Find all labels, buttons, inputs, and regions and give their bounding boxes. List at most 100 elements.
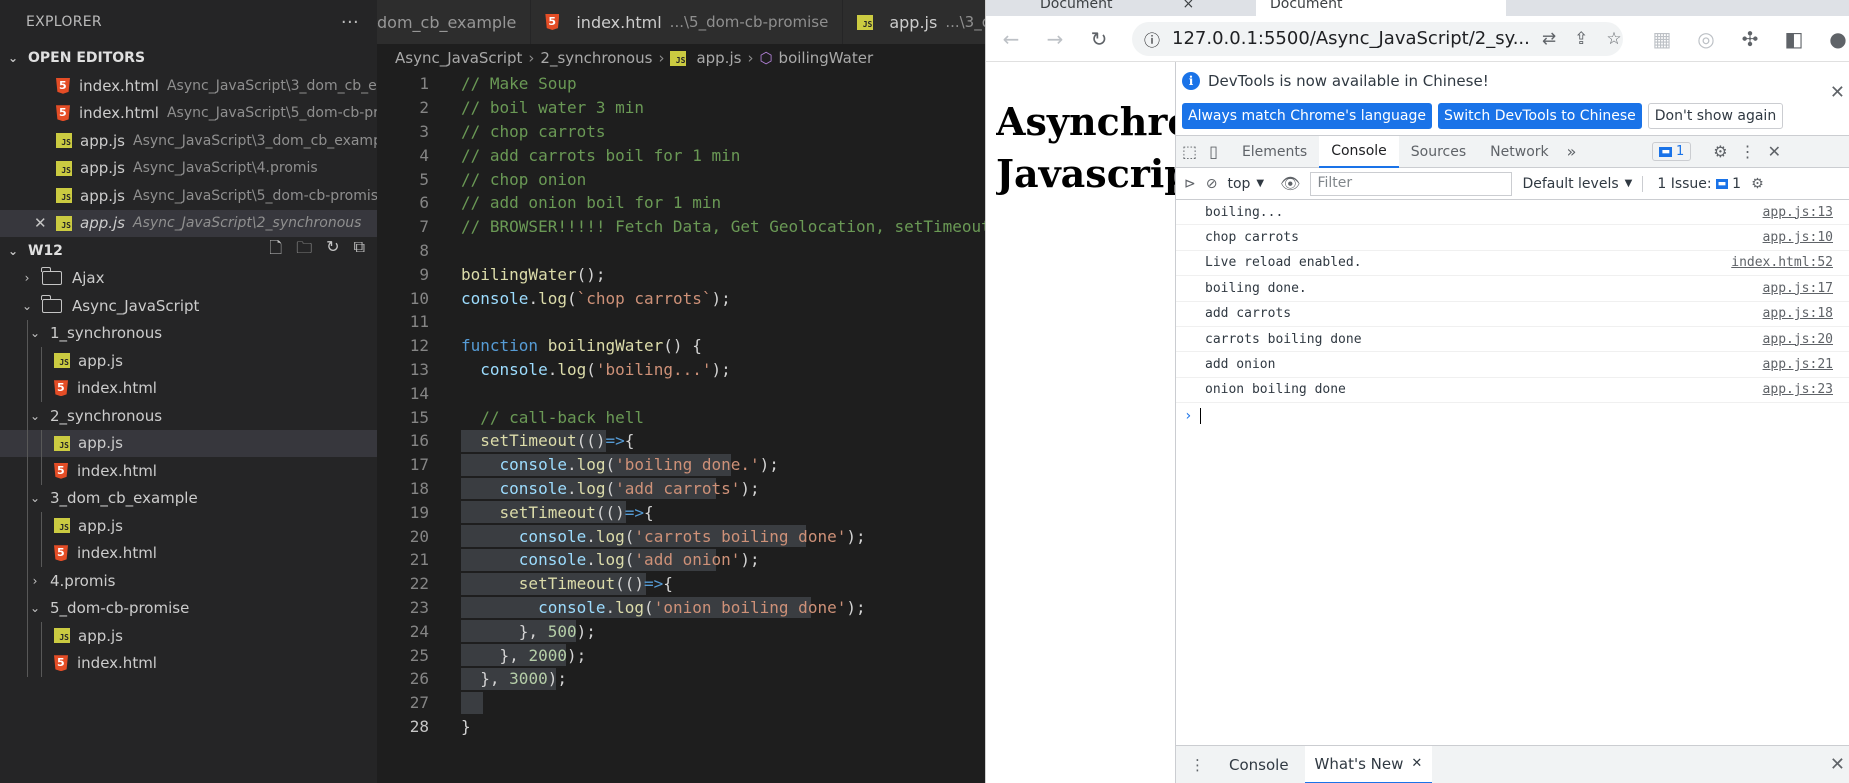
star-icon[interactable]: ☆ xyxy=(1606,29,1621,49)
chevron-down-icon: ⌄ xyxy=(8,51,19,65)
tree-folder[interactable]: › 4.promis xyxy=(0,567,377,595)
close-drawer-icon[interactable]: ✕ xyxy=(1830,754,1845,775)
html-file-icon xyxy=(54,463,68,479)
issues-button[interactable]: 1 Issue: ▬ 1 xyxy=(1642,175,1741,192)
editor-tab[interactable]: JS app.js ...\3_dom_ xyxy=(843,0,985,44)
clear-console-icon[interactable]: ⊘ xyxy=(1206,176,1218,192)
code-line: 10 console.log(`chop carrots`); xyxy=(377,286,985,310)
close-icon[interactable]: × xyxy=(1183,0,1195,12)
log-levels-select[interactable]: Default levels ▼ xyxy=(1522,176,1632,192)
console-source-link[interactable]: app.js:21 xyxy=(1763,357,1833,372)
close-icon[interactable]: ✕ xyxy=(1830,82,1845,103)
tree-file[interactable]: JS app.js xyxy=(0,429,377,457)
tree-file[interactable]: JS app.js xyxy=(0,347,377,375)
tree-folder[interactable]: ⌄ 3_dom_cb_example xyxy=(0,484,377,512)
collapse-all-icon[interactable]: ⧉ xyxy=(354,237,365,264)
open-editor-item[interactable]: JS app.js Async_JavaScript\4.promis xyxy=(0,155,377,183)
editor-tab[interactable]: index.html ...\5_dom-cb-promise xyxy=(531,0,844,44)
more-tabs-icon[interactable]: » xyxy=(1561,142,1583,161)
close-icon[interactable]: ✕ xyxy=(1762,142,1787,161)
tree-file[interactable]: index.html xyxy=(0,649,377,677)
eye-icon[interactable]: 👁 xyxy=(1280,174,1300,193)
drawer-tab-console[interactable]: Console xyxy=(1219,746,1299,783)
browser-tab-active[interactable]: Document xyxy=(1256,0,1506,16)
dont-show-again-button[interactable]: Don't show again xyxy=(1647,103,1784,129)
tree-file[interactable]: JS app.js xyxy=(0,512,377,540)
console-settings-icon[interactable]: ⚙ xyxy=(1751,176,1764,192)
translate-icon[interactable]: ⇄ xyxy=(1542,29,1556,49)
filter-input[interactable]: Filter xyxy=(1310,171,1513,196)
tab-network[interactable]: Network xyxy=(1478,136,1560,168)
open-editor-item[interactable]: JS app.js Async_JavaScript\5_dom-cb-promis… xyxy=(0,182,377,210)
context-select[interactable]: top ▼ xyxy=(1227,176,1264,192)
code-area[interactable]: 1 // Make Soup 2 // boil water 3 min 3 // cho… xyxy=(377,72,991,738)
new-file-icon[interactable]: 🗋 xyxy=(269,237,282,264)
more-actions-icon[interactable]: ··· xyxy=(341,12,359,33)
tree-folder[interactable]: ⌄ 1_synchronous xyxy=(0,319,377,347)
drawer-menu-icon[interactable]: ⋮ xyxy=(1176,756,1213,774)
console-source-link[interactable]: app.js:17 xyxy=(1763,281,1833,296)
tree-folder[interactable]: ⌄ Async_JavaScript xyxy=(0,292,377,320)
breadcrumb-file[interactable]: app.js xyxy=(696,49,741,67)
device-toggle-icon[interactable]: ▯ xyxy=(1203,142,1224,161)
side-panel-icon[interactable]: ◧ xyxy=(1783,27,1805,51)
tree-file[interactable]: index.html xyxy=(0,374,377,402)
console-source-link[interactable]: app.js:13 xyxy=(1763,205,1833,220)
sidebar-toggle-icon[interactable]: ⊳ xyxy=(1184,176,1196,192)
extension-icon[interactable]: ◎ xyxy=(1695,27,1717,51)
share-icon[interactable]: ⇪ xyxy=(1574,29,1588,49)
editor-tab-name: app.js xyxy=(889,12,938,32)
tab-elements[interactable]: Elements xyxy=(1230,136,1319,168)
open-editor-path: Async_JavaScript\5_dom-cb-promise xyxy=(133,187,377,204)
drawer-tab-whats-new[interactable]: What's New ✕ xyxy=(1304,745,1433,783)
breadcrumb-symbol[interactable]: boilingWater xyxy=(779,49,874,67)
refresh-icon[interactable]: ↻ xyxy=(326,237,339,264)
open-editor-item[interactable]: index.html Async_JavaScript\5_dom-cb-pr..… xyxy=(0,100,377,128)
tree-folder[interactable]: ⌄ 5_dom-cb-promise xyxy=(0,594,377,622)
tab-console[interactable]: Console xyxy=(1319,135,1399,168)
console-source-link[interactable]: app.js:18 xyxy=(1763,306,1833,321)
open-editor-item[interactable]: JS app.js Async_JavaScript\3_dom_cb_exampl… xyxy=(0,127,377,155)
new-folder-icon[interactable]: 🗀 xyxy=(296,237,312,264)
console-prompt[interactable]: › xyxy=(1176,403,1849,429)
tree-file[interactable]: JS app.js xyxy=(0,622,377,650)
console-source-link[interactable]: index.html:52 xyxy=(1731,255,1833,270)
breadcrumb-subfolder[interactable]: 2_synchronous xyxy=(540,49,652,67)
tree-folder[interactable]: ⌄ 2_synchronous xyxy=(0,402,377,430)
reload-icon[interactable]: ↻ xyxy=(1088,27,1110,51)
profile-icon[interactable]: ● xyxy=(1827,27,1849,51)
selection-highlight xyxy=(461,691,483,714)
code-line: 2 // boil water 3 min xyxy=(377,96,985,120)
tree-file[interactable]: index.html xyxy=(0,457,377,485)
address-bar[interactable]: ⓘ 127.0.0.1:5500/Async_JavaScript/2_sy..… xyxy=(1132,21,1623,56)
puzzle-icon[interactable]: ✣ xyxy=(1739,27,1761,51)
issues-badge[interactable]: ▬ 1 xyxy=(1652,142,1692,161)
kebab-menu-icon[interactable]: ⋮ xyxy=(1734,142,1762,161)
editor-tab[interactable]: dom_cb_example xyxy=(377,0,532,44)
tree-file[interactable]: index.html xyxy=(0,539,377,567)
close-icon[interactable]: ✕ xyxy=(1411,756,1422,771)
switch-to-chinese-button[interactable]: Switch DevTools to Chinese xyxy=(1437,103,1642,129)
tree-item-label: app.js xyxy=(78,434,123,453)
open-editors-header[interactable]: ⌄ OPEN EDITORS xyxy=(0,44,377,72)
code-text: console.log('boiling...'); xyxy=(480,359,731,379)
tab-sources[interactable]: Sources xyxy=(1399,136,1478,168)
forward-icon[interactable]: → xyxy=(1044,27,1066,51)
tree-folder[interactable]: › Ajax xyxy=(0,265,377,293)
console-source-link[interactable]: app.js:20 xyxy=(1763,332,1833,347)
back-icon[interactable]: ← xyxy=(1000,27,1022,51)
settings-icon[interactable]: ⚙ xyxy=(1707,142,1733,161)
extension-icon[interactable]: ▦ xyxy=(1651,27,1673,51)
close-icon[interactable]: ✕ xyxy=(34,214,47,232)
open-editor-item[interactable]: index.html Async_JavaScript\3_dom_cb_ex..… xyxy=(0,72,377,100)
console-source-link[interactable]: app.js:23 xyxy=(1763,382,1833,397)
browser-tab[interactable]: Document × xyxy=(1026,0,1208,16)
breadcrumb-folder[interactable]: Async_JavaScript xyxy=(395,49,522,67)
console-source-link[interactable]: app.js:10 xyxy=(1763,230,1833,245)
workspace-header[interactable]: ⌄ W12 🗋 🗀 ↻ ⧉ xyxy=(0,237,377,265)
code-text: } xyxy=(461,716,471,736)
inspect-icon[interactable]: ⬚ xyxy=(1176,142,1203,161)
match-language-button[interactable]: Always match Chrome's language xyxy=(1182,103,1432,129)
open-editor-item[interactable]: ✕ JS app.js Async_JavaScript\2_synchronous xyxy=(0,209,377,237)
info-icon[interactable]: ⓘ xyxy=(1144,27,1160,51)
